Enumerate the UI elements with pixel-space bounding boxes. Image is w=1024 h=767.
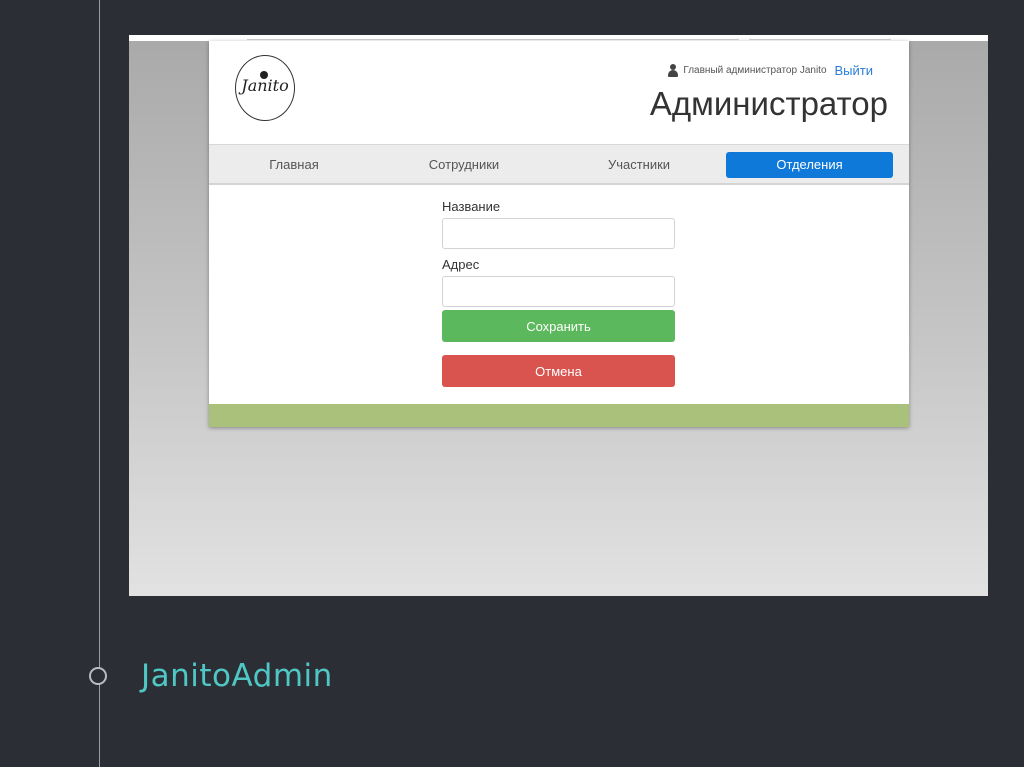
address-label: Адрес bbox=[442, 257, 480, 272]
screenshot-frame: Janito Главный администратор Janito Выйт… bbox=[129, 35, 988, 596]
nav-item-participants[interactable]: Участники bbox=[554, 152, 724, 178]
cancel-button[interactable]: Отмена bbox=[442, 355, 675, 387]
user-info: Главный администратор Janito Выйти bbox=[667, 63, 873, 78]
user-icon bbox=[667, 64, 679, 77]
logo-text: Janito bbox=[241, 76, 289, 95]
nav-item-branches[interactable]: Отделения bbox=[726, 152, 893, 178]
timeline-line bbox=[99, 0, 100, 767]
user-name: Главный администратор Janito bbox=[683, 65, 827, 76]
name-label: Название bbox=[442, 199, 501, 214]
slide-caption: JanitoAdmin bbox=[141, 658, 333, 694]
name-input[interactable] bbox=[442, 218, 675, 249]
nav-item-employees[interactable]: Сотрудники bbox=[379, 152, 549, 178]
address-input[interactable] bbox=[442, 276, 675, 307]
branch-form: Название Адрес Сохранить Отмена bbox=[442, 191, 676, 387]
top-strip-segment bbox=[749, 35, 891, 40]
presentation-slide: JanitoAdmin Janito Главный администратор… bbox=[0, 0, 1024, 767]
logout-link[interactable]: Выйти bbox=[835, 63, 874, 78]
top-strip-segment bbox=[247, 35, 739, 40]
logo: Janito bbox=[235, 55, 295, 121]
nav-item-home[interactable]: Главная bbox=[209, 152, 379, 178]
save-button[interactable]: Сохранить bbox=[442, 310, 675, 342]
app-window: Janito Главный администратор Janito Выйт… bbox=[209, 41, 909, 427]
app-header: Janito Главный администратор Janito Выйт… bbox=[209, 41, 909, 145]
main-nav: Главная Сотрудники Участники Отделения bbox=[209, 145, 909, 185]
app-footer bbox=[209, 404, 909, 427]
page-title: Администратор bbox=[649, 85, 888, 122]
timeline-node-icon bbox=[89, 667, 107, 685]
